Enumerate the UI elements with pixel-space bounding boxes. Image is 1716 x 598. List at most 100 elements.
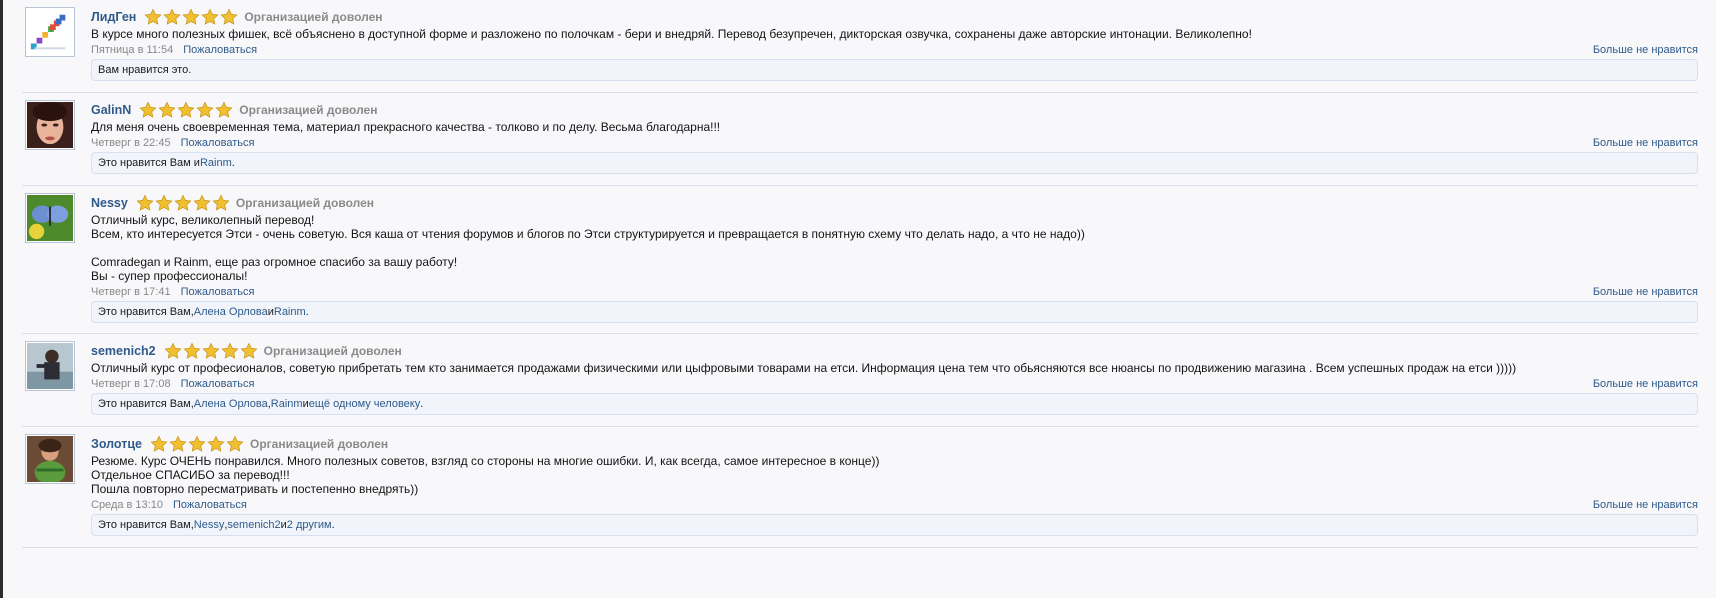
review-body: Золотце Организацией доволен Резюме. Курс … <box>91 434 1698 536</box>
likes-prefix: Это нравится Вам, <box>98 306 194 318</box>
avatar-image <box>27 9 73 55</box>
liker-link[interactable]: semenich2 <box>227 519 280 531</box>
star-icon <box>169 435 187 452</box>
star-icon <box>196 101 214 118</box>
likes-box: Это нравится Вам, Алена Орлова и Rainm. <box>91 301 1698 323</box>
star-icon <box>174 194 192 211</box>
avatar-image <box>27 195 73 241</box>
star-icon <box>193 194 211 211</box>
avatar[interactable] <box>25 193 75 243</box>
likes-box: Это нравится Вам, Алена Орлова, Rainm и … <box>91 393 1698 415</box>
avatar[interactable] <box>25 100 75 150</box>
rating-stars <box>164 342 258 360</box>
review-meta: Четверг в 22:45 Пожаловаться Больше не нра… <box>91 134 1698 152</box>
star-icon <box>164 342 182 359</box>
star-icon <box>201 8 219 25</box>
likes-box: Это нравится Вам, Nessy, semenich2 и 2 д… <box>91 514 1698 536</box>
reviews-page: ЛидГен Организацией доволен В курсе много … <box>3 0 1716 598</box>
star-icon <box>212 194 230 211</box>
liker-link[interactable]: Rainm <box>200 157 232 169</box>
review-text-line: Вы - супер профессионалы! <box>91 269 248 283</box>
review-text: Отличный курс от професионалов, советую … <box>91 361 1698 375</box>
liker-link[interactable]: Rainm <box>271 398 303 410</box>
unlike-link[interactable]: Больше не нравится <box>1593 44 1698 56</box>
likes-prefix: Это нравится Вам, <box>98 519 194 531</box>
username-link[interactable]: semenich2 <box>91 344 156 358</box>
review-item: semenich2 Организацией доволен Отличный ку… <box>22 334 1698 427</box>
likes-prefix: Это нравится Вам, <box>98 398 194 410</box>
star-icon <box>158 101 176 118</box>
rating-label: Организацией доволен <box>263 344 402 358</box>
username-link[interactable]: Nessy <box>91 196 128 210</box>
likes-suffix: . <box>305 306 309 318</box>
username-link[interactable]: Золотце <box>91 437 142 451</box>
review-text-line: Пошла повторно пересматривать и постепен… <box>91 482 419 496</box>
star-icon <box>202 342 220 359</box>
post-date[interactable]: Четверг в 17:08 <box>91 378 171 390</box>
star-icon <box>155 194 173 211</box>
post-date[interactable]: Среда в 13:10 <box>91 499 163 511</box>
report-link[interactable]: Пожаловаться <box>181 378 255 390</box>
username-link[interactable]: GalinN <box>91 103 131 117</box>
star-icon <box>207 435 225 452</box>
rating-label: Организацией доволен <box>239 103 378 117</box>
star-icon <box>182 8 200 25</box>
likes-suffix: . <box>420 398 424 410</box>
rating-label: Организацией доволен <box>235 196 375 210</box>
review-meta: Пятница в 11:54 Пожаловаться Больше не нра… <box>91 41 1698 59</box>
avatar-image <box>27 436 73 483</box>
star-icon <box>163 8 181 25</box>
report-link[interactable]: Пожаловаться <box>181 286 255 298</box>
star-icon <box>215 101 233 118</box>
report-link[interactable]: Пожаловаться <box>173 499 247 511</box>
rating-stars <box>139 101 233 119</box>
review-text-line: Всем, кто интересуется Этси - очень сове… <box>91 227 1085 241</box>
avatar[interactable] <box>25 7 75 57</box>
post-date[interactable]: Четверг в 22:45 <box>91 137 171 149</box>
review-text-line <box>91 241 1698 255</box>
liker-link[interactable]: Rainm <box>274 306 306 318</box>
page-frame: ЛидГен Организацией доволен В курсе много … <box>0 0 1716 598</box>
star-icon <box>177 101 195 118</box>
liker-link[interactable]: Nessy <box>194 519 225 531</box>
avatar[interactable] <box>25 341 75 391</box>
likes-prefix: Это нравится Вам и <box>98 157 200 169</box>
avatar[interactable] <box>25 434 75 484</box>
review-meta: Четверг в 17:08 Пожаловаться Больше не нра… <box>91 375 1698 393</box>
report-link[interactable]: Пожаловаться <box>183 44 257 56</box>
rating-stars <box>150 435 244 453</box>
likes-suffix: . <box>331 519 335 531</box>
unlike-link[interactable]: Больше не нравится <box>1593 378 1698 390</box>
rating-label: Организацией доволен <box>250 437 389 451</box>
avatar-image <box>27 102 73 148</box>
unlike-link[interactable]: Больше не нравится <box>1593 286 1698 298</box>
username-link[interactable]: ЛидГен <box>91 10 136 24</box>
review-text: В курсе много полезных фишек, всё объясн… <box>91 27 1698 41</box>
liker-link[interactable]: ещё одному человеку <box>309 398 421 410</box>
likes-suffix: . <box>231 157 235 169</box>
star-icon <box>221 342 239 359</box>
report-link[interactable]: Пожаловаться <box>181 137 255 149</box>
star-icon <box>240 342 258 359</box>
review-header: Золотце Организацией доволен <box>91 434 1698 454</box>
review-header: Nessy Организацией доволен <box>91 193 1698 213</box>
unlike-link[interactable]: Больше не нравится <box>1593 137 1698 149</box>
liker-link[interactable]: 2 другим <box>287 519 332 531</box>
review-text-line: Для меня очень своевременная тема, матер… <box>91 120 721 134</box>
post-date[interactable]: Пятница в 11:54 <box>91 44 173 56</box>
likes-box: Вам нравится это. <box>91 59 1698 81</box>
liker-link[interactable]: Алена Орлова <box>194 398 268 410</box>
unlike-link[interactable]: Больше не нравится <box>1593 499 1698 511</box>
review-header: ЛидГен Организацией доволен <box>91 7 1698 27</box>
liker-link[interactable]: Алена Орлова <box>194 306 268 318</box>
star-icon <box>144 8 162 25</box>
review-body: semenich2 Организацией доволен Отличный ку… <box>91 341 1698 415</box>
review-text-line: Отличный курс от професионалов, советую … <box>91 361 1517 375</box>
star-icon <box>183 342 201 359</box>
review-item: Золотце Организацией доволен Резюме. Курс … <box>22 427 1698 548</box>
review-body: ЛидГен Организацией доволен В курсе много … <box>91 7 1698 81</box>
review-text-line: Отличный курс, великолепный перевод! <box>91 213 315 227</box>
review-item: Nessy Организацией доволен Отличный курс, … <box>22 186 1698 334</box>
review-text-line: Отдельное СПАСИБО за перевод!!! <box>91 468 290 482</box>
post-date[interactable]: Четверг в 17:41 <box>91 286 171 298</box>
